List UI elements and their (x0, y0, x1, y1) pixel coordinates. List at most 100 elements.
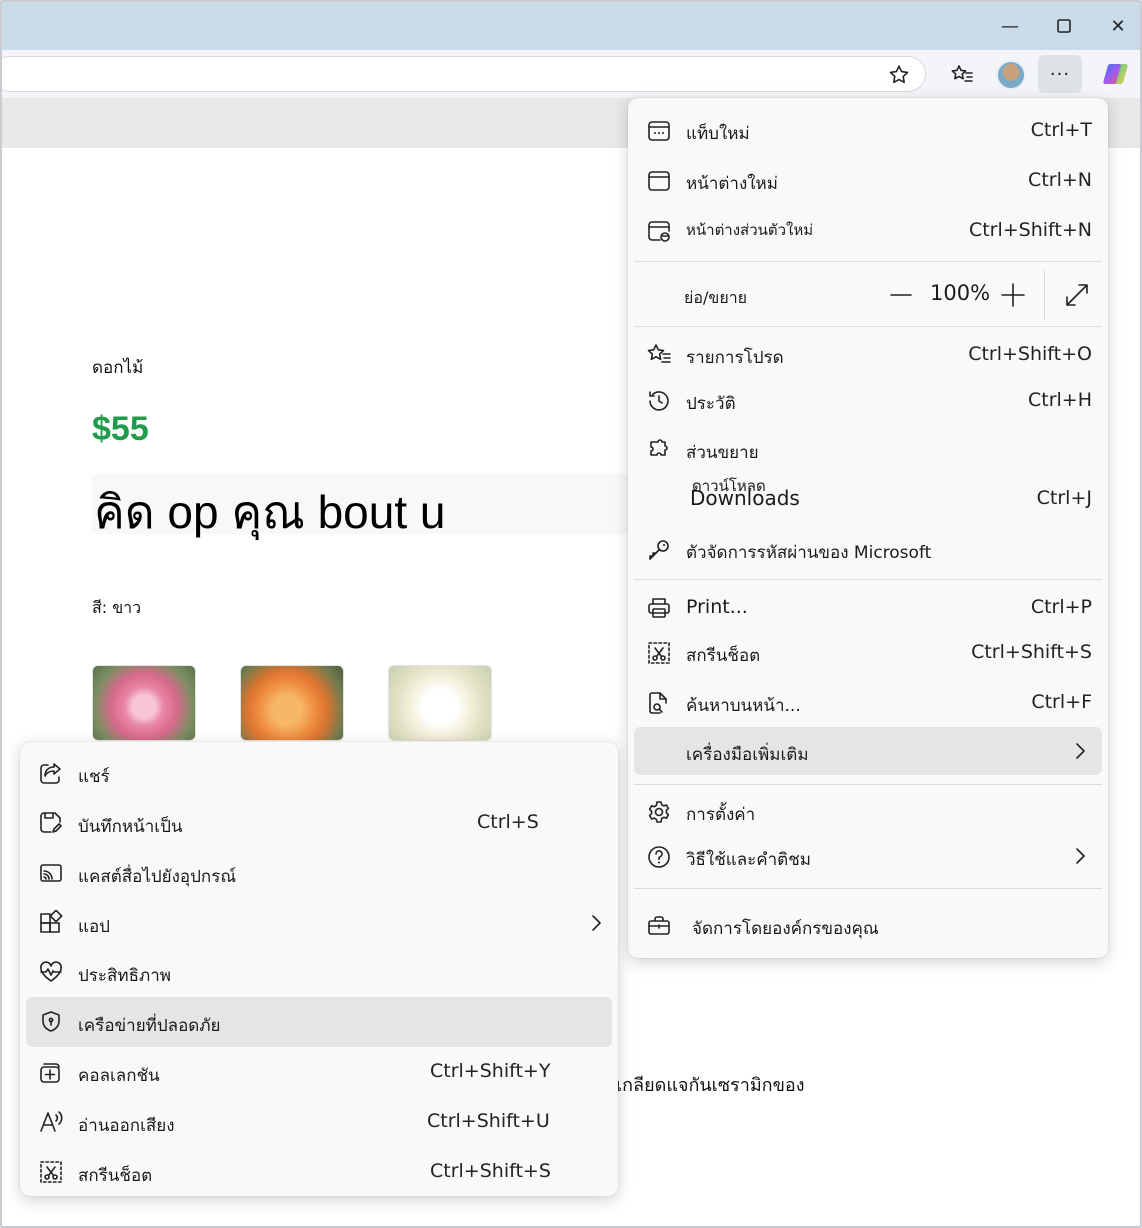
menu-item-more-tools[interactable]: เครื่องมือเพิ่มเติม (634, 727, 1102, 775)
apps-icon (40, 910, 63, 933)
favorites-button[interactable] (946, 58, 978, 90)
submenu-item-shortcut: Ctrl+S (477, 811, 539, 833)
menu-item-label: เครื่องมือเพิ่มเติม (686, 745, 809, 765)
color-swatch-orange[interactable] (240, 665, 344, 741)
menu-item-label: หน้าต่างใหม่ (686, 174, 778, 194)
menu-item-extensions[interactable]: ส่วนขยาย (634, 425, 1102, 473)
menu-item-label: วิธีใช้และคำติชม (686, 850, 811, 870)
chevron-right-icon (592, 915, 601, 931)
shield-icon (42, 1011, 60, 1032)
browser-window: — ✕ ··· ดอกไม้ $55 คิด op คุณ bout u สี:… (0, 0, 1142, 1228)
screenshot-scissors-icon (648, 642, 670, 664)
printer-icon (648, 598, 670, 618)
submenu-item-secure-network[interactable]: เครือข่ายที่ปลอดภัย (26, 997, 612, 1047)
menu-item-label: ค้นหาบนหน้า... (686, 696, 801, 716)
menu-item-screenshot[interactable]: สกรีนช็อต Ctrl+Shift+S (634, 628, 1102, 676)
close-icon: ✕ (1110, 15, 1126, 37)
submenu-item-cast-media[interactable]: แคสต์สื่อไปยังอุปกรณ์ (26, 848, 612, 898)
menu-separator (634, 784, 1102, 785)
menu-item-label: หน้าต่างส่วนตัวใหม่ (686, 221, 814, 239)
menu-item-find-on-page[interactable]: ค้นหาบนหน้า... Ctrl+F (634, 678, 1102, 726)
menu-item-new-window[interactable]: หน้าต่างใหม่ Ctrl+N (634, 156, 1102, 204)
submenu-item-label: เครือข่ายที่ปลอดภัย (78, 1016, 221, 1036)
menu-item-shortcut: Ctrl+N (1028, 169, 1092, 191)
menu-separator (634, 888, 1102, 889)
downloads-english-label: Downloads (690, 486, 800, 510)
product-color-label: สี: ขาว (92, 598, 142, 617)
submenu-item-label: สกรีนช็อต (78, 1166, 153, 1186)
favorites-icon (647, 344, 671, 363)
submenu-item-read-aloud[interactable]: อ่านออกเสียง Ctrl+Shift+U (26, 1097, 612, 1147)
menu-item-downloads[interactable]: ดาวน์โหลด Downloads Ctrl+J (634, 474, 1102, 524)
menu-item-shortcut: Ctrl+P (1030, 596, 1092, 618)
menu-item-settings[interactable]: การตั้งค่า (634, 787, 1102, 835)
zoom-divider (1044, 270, 1045, 320)
maximize-icon (1057, 19, 1071, 33)
more-dots-icon: ··· (1049, 63, 1071, 85)
menu-item-shortcut: Ctrl+F (1031, 691, 1092, 713)
submenu-item-label: แคสต์สื่อไปยังอุปกรณ์ (78, 867, 237, 887)
menu-item-new-inprivate-window[interactable]: หน้าต่างส่วนตัวใหม่ Ctrl+Shift+N (634, 206, 1102, 254)
new-window-icon (648, 171, 670, 191)
share-icon (40, 763, 61, 784)
menu-item-label: ประวัติ (686, 394, 736, 414)
chevron-right-icon (1076, 743, 1085, 759)
new-tab-icon (648, 121, 670, 141)
menu-item-shortcut: Ctrl+T (1030, 119, 1092, 141)
settings-and-more-button[interactable]: ··· (1038, 55, 1082, 93)
extensions-puzzle-icon (650, 439, 668, 456)
copilot-icon[interactable] (1102, 60, 1130, 88)
color-swatch-white[interactable] (388, 665, 492, 741)
product-category: ดอกไม้ (92, 358, 144, 378)
minimize-button[interactable]: — (992, 10, 1028, 42)
chevron-right-icon (1076, 848, 1085, 864)
favorites-list-icon (951, 65, 973, 82)
submenu-item-apps[interactable]: แอป (26, 898, 612, 948)
add-favorite-star-icon[interactable] (887, 63, 911, 87)
zoom-level: 100% (930, 281, 991, 305)
menu-item-history[interactable]: ประวัติ Ctrl+H (634, 376, 1102, 424)
address-bar[interactable] (2, 56, 926, 92)
help-icon (648, 846, 670, 868)
submenu-item-label: ประสิทธิภาพ (78, 966, 171, 986)
submenu-item-shortcut: Ctrl+Shift+S (430, 1160, 551, 1182)
toolbar: ··· (2, 50, 1140, 98)
zoom-in-icon[interactable] (998, 280, 1028, 310)
save-icon (40, 812, 62, 833)
product-description-fragment: เกลียดแจกันเซรามิกของ (616, 1075, 805, 1096)
menu-item-label: สกรีนช็อต (686, 646, 761, 666)
key-icon (649, 540, 669, 560)
menu-item-managed-by-org[interactable]: จัดการโดยองค์กรของคุณ (634, 901, 1102, 949)
close-button[interactable]: ✕ (1100, 10, 1136, 42)
menu-separator (634, 261, 1102, 262)
collections-icon (40, 1063, 60, 1083)
submenu-item-label: อ่านออกเสียง (78, 1116, 175, 1136)
menu-item-favorites[interactable]: รายการโปรด Ctrl+Shift+O (634, 330, 1102, 378)
menu-item-shortcut: Ctrl+J (1036, 487, 1092, 509)
menu-item-print[interactable]: Print... Ctrl+P (634, 583, 1102, 631)
title-bar: — ✕ (2, 2, 1140, 50)
product-title: คิด op คุณ bout u (94, 486, 446, 538)
menu-separator (634, 579, 1102, 580)
color-swatch-pink[interactable] (92, 665, 196, 741)
menu-item-label: ส่วนขยาย (686, 443, 759, 463)
menu-item-help-feedback[interactable]: วิธีใช้และคำติชม (634, 832, 1102, 880)
menu-item-new-tab[interactable]: แท็บใหม่ Ctrl+T (634, 106, 1102, 154)
submenu-item-share[interactable]: แชร์ (26, 748, 612, 798)
read-aloud-icon (40, 1111, 63, 1132)
zoom-out-icon[interactable] (886, 280, 916, 310)
submenu-item-save-page-as[interactable]: บันทึกหน้าเป็น Ctrl+S (26, 798, 612, 848)
fullscreen-icon[interactable] (1062, 280, 1092, 310)
maximize-button[interactable] (1046, 10, 1082, 42)
cast-icon (40, 864, 62, 882)
submenu-item-performance[interactable]: ประสิทธิภาพ (26, 947, 612, 997)
menu-item-password-manager[interactable]: ตัวจัดการรหัสผ่านของ Microsoft (634, 525, 1102, 573)
submenu-item-screenshot[interactable]: สกรีนช็อต Ctrl+Shift+S (26, 1147, 612, 1197)
more-tools-submenu: แชร์ บันทึกหน้าเป็น Ctrl+S แคสต์สื่อไปยั… (20, 742, 618, 1196)
submenu-item-collections[interactable]: คอลเลกชัน Ctrl+Shift+Y (26, 1047, 612, 1097)
profile-avatar[interactable] (996, 60, 1026, 90)
submenu-item-label: บันทึกหน้าเป็น (78, 817, 183, 837)
menu-item-shortcut: Ctrl+Shift+S (971, 641, 1092, 663)
menu-item-label: ตัวจัดการรหัสผ่านของ Microsoft (686, 543, 932, 563)
menu-item-label: แท็บใหม่ (686, 124, 750, 144)
